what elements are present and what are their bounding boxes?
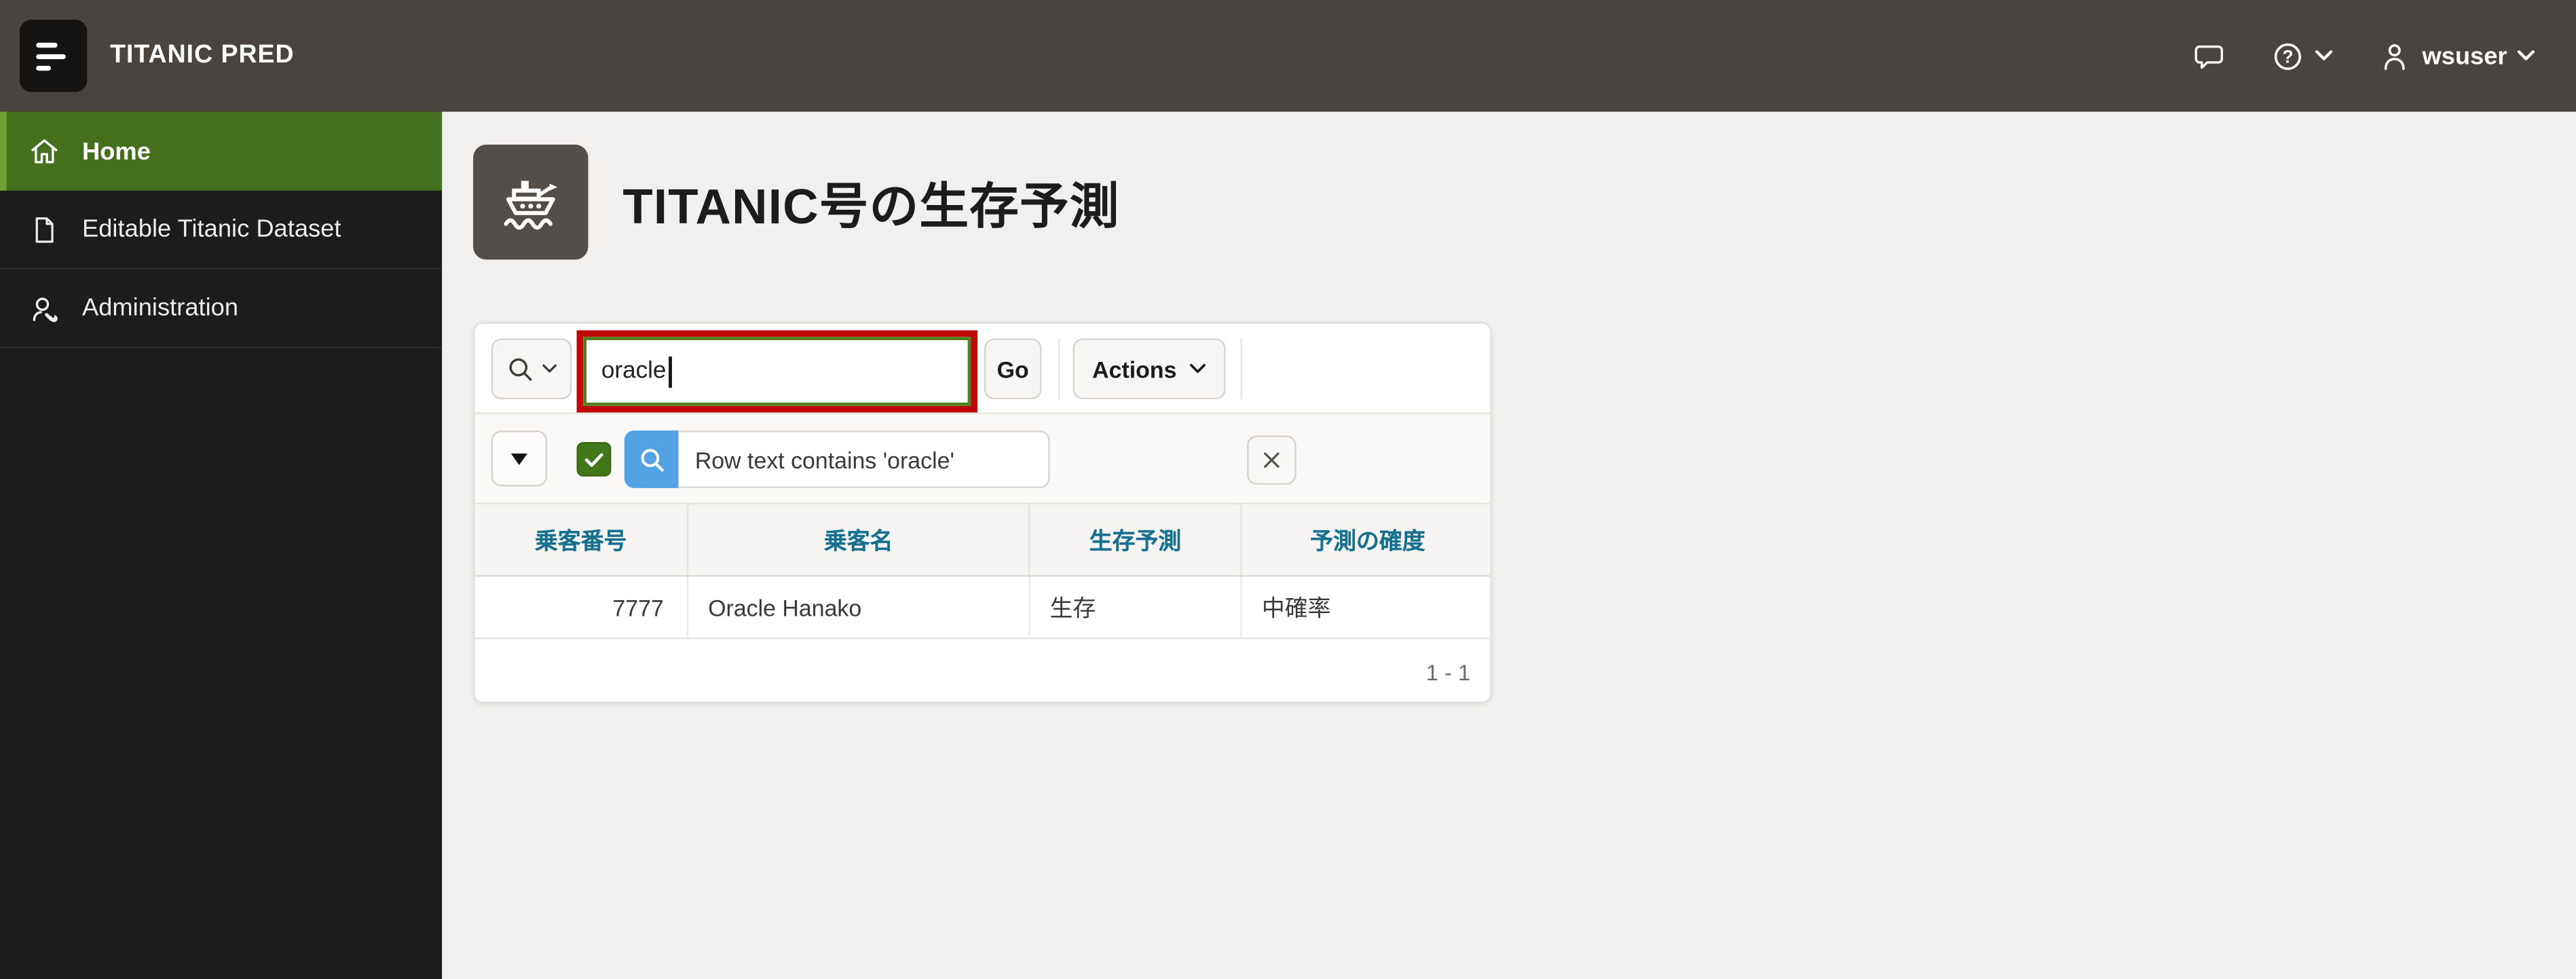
user-icon — [2378, 39, 2412, 73]
page-header: TITANIC号の生存予測 — [473, 144, 1120, 260]
sidebar-item-home[interactable]: Home — [0, 111, 443, 191]
filter-expand-button[interactable] — [491, 430, 547, 487]
sidebar-item-label: Administration — [82, 294, 239, 322]
cell-survival-prediction: 生存 — [1030, 576, 1242, 638]
chevron-down-icon — [1190, 363, 1206, 375]
search-input[interactable]: oracle — [583, 337, 971, 406]
main-content: TITANIC号の生存予測 oracle Go Actions Row text… — [442, 112, 2576, 979]
actions-button[interactable]: Actions — [1072, 338, 1226, 400]
cell-passenger-number: 7777 — [474, 576, 689, 638]
help-icon: ? — [2271, 39, 2306, 73]
filter-enable-checkbox[interactable] — [576, 442, 612, 477]
filter-condition-text: Row text contains 'oracle' — [678, 430, 1050, 488]
click-highlight: oracle — [576, 330, 978, 413]
pagination-label: 1 - 1 — [1425, 659, 1471, 685]
chevron-down-icon — [542, 363, 557, 375]
search-column-button[interactable] — [491, 338, 572, 400]
chevron-down-icon — [2315, 50, 2334, 62]
menu-icon — [36, 41, 66, 70]
sidebar-item-label: Editable Titanic Dataset — [82, 215, 341, 244]
home-icon — [28, 134, 60, 167]
go-button[interactable]: Go — [984, 338, 1042, 400]
magnifier-icon — [637, 445, 667, 475]
sidebar-item-label: Home — [82, 137, 151, 166]
toolbar-separator — [1240, 338, 1242, 400]
table-row: 7777 Oracle Hanako 生存 中確率 — [474, 576, 1491, 640]
filter-remove-button[interactable] — [1247, 435, 1296, 485]
feedback-chat-button[interactable] — [2192, 39, 2227, 73]
user-name: wsuser — [2422, 41, 2507, 70]
help-menu-button[interactable]: ? — [2271, 39, 2334, 73]
ship-icon — [496, 168, 565, 237]
app-title: TITANIC PRED — [110, 41, 295, 69]
filter-row: Row text contains 'oracle' — [474, 412, 1491, 505]
cell-passenger-name: Oracle Hanako — [688, 576, 1030, 638]
filter-search-badge — [624, 430, 679, 488]
text-caret — [667, 356, 671, 388]
interactive-report: oracle Go Actions Row text contains 'ora… — [473, 322, 1492, 703]
document-icon — [28, 213, 60, 245]
checkbox-check-icon — [582, 447, 606, 471]
close-icon — [1260, 449, 1283, 472]
top-header: TITANIC PRED ? wsuser — [0, 0, 2576, 112]
sidebar-item-editable-titanic-dataset[interactable]: Editable Titanic Dataset — [0, 191, 443, 270]
search-input-value: oracle — [601, 358, 667, 385]
pagination: 1 - 1 — [474, 639, 1491, 702]
chat-icon — [2192, 39, 2227, 73]
column-header-passenger-number[interactable]: 乗客番号 — [474, 504, 689, 576]
sidebar-item-administration[interactable]: Administration — [0, 270, 443, 349]
ship-badge — [473, 144, 589, 260]
actions-label: Actions — [1092, 356, 1177, 382]
sidebar-nav: Home Editable Titanic Dataset Administra… — [0, 111, 443, 979]
header-actions: ? wsuser — [2192, 39, 2535, 73]
user-menu-button[interactable]: wsuser — [2378, 39, 2535, 73]
cell-prediction-confidence: 中確率 — [1261, 593, 1331, 621]
column-header-passenger-name[interactable]: 乗客名 — [688, 504, 1030, 576]
column-header-survival-prediction[interactable]: 生存予測 — [1030, 504, 1242, 576]
page-title: TITANIC号の生存予測 — [622, 181, 1120, 236]
chevron-down-icon — [2517, 50, 2535, 62]
magnifier-icon — [506, 354, 536, 384]
admin-user-wrench-icon — [28, 292, 60, 325]
triangle-down-icon — [510, 452, 527, 464]
filter-condition[interactable]: Row text contains 'oracle' — [624, 430, 1050, 488]
column-header-prediction-confidence[interactable]: 予測の確度 — [1242, 504, 1490, 575]
svg-text:?: ? — [2283, 45, 2294, 66]
toolbar-separator — [1058, 338, 1060, 400]
nav-menu-button[interactable] — [20, 20, 88, 92]
table-header-row: 乗客番号 乗客名 生存予測 予測の確度 — [474, 504, 1491, 577]
app: TITANIC PRED ? wsuser Home Editable Tita… — [0, 0, 2576, 979]
